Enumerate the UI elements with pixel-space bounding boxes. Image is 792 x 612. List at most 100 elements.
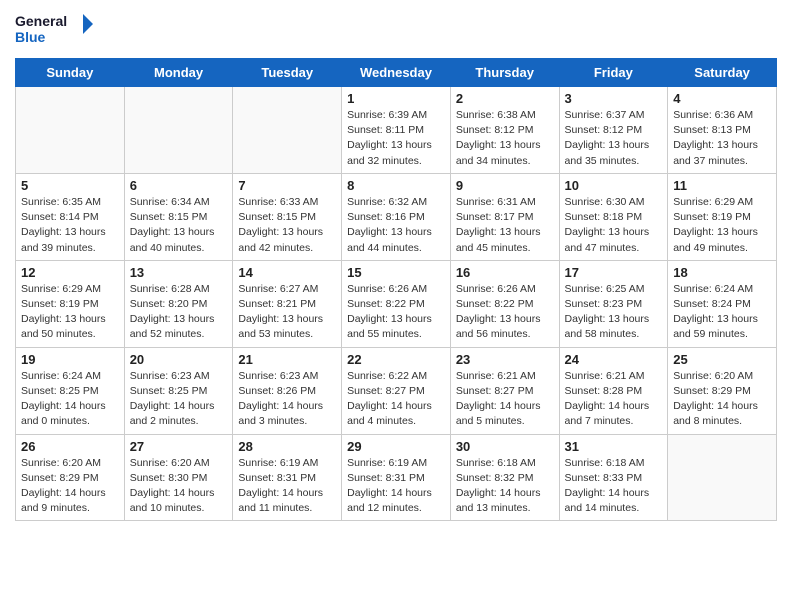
day-number: 26 — [21, 439, 119, 454]
day-info: Sunrise: 6:27 AM Sunset: 8:21 PM Dayligh… — [238, 282, 336, 343]
col-header-monday: Monday — [124, 59, 233, 87]
day-info: Sunrise: 6:26 AM Sunset: 8:22 PM Dayligh… — [456, 282, 554, 343]
calendar-cell: 10 Sunrise: 6:30 AM Sunset: 8:18 PM Dayli… — [559, 173, 668, 260]
day-info: Sunrise: 6:23 AM Sunset: 8:25 PM Dayligh… — [130, 369, 228, 430]
day-number: 8 — [347, 178, 445, 193]
calendar-week-2: 5Sunrise: 6:35 AM Sunset: 8:14 PM Daylig… — [16, 173, 777, 260]
day-number: 12 — [21, 265, 119, 280]
page: General Blue SundayMondayTuesdayWednesda… — [0, 0, 792, 612]
calendar-cell: 5Sunrise: 6:35 AM Sunset: 8:14 PM Daylig… — [16, 173, 125, 260]
calendar-cell: 2 Sunrise: 6:38 AM Sunset: 8:12 PM Daylig… — [450, 87, 559, 174]
day-info: Sunrise: 6:38 AM Sunset: 8:12 PM Dayligh… — [456, 108, 554, 169]
day-info: Sunrise: 6:29 AM Sunset: 8:19 PM Dayligh… — [673, 195, 771, 256]
svg-text:General: General — [15, 13, 67, 29]
logo-svg: General Blue — [15, 10, 95, 50]
calendar-cell: 9 Sunrise: 6:31 AM Sunset: 8:17 PM Daylig… — [450, 173, 559, 260]
day-number: 4 — [673, 91, 771, 106]
calendar-cell: 19Sunrise: 6:24 AM Sunset: 8:25 PM Dayli… — [16, 347, 125, 434]
calendar-cell: 13 Sunrise: 6:28 AM Sunset: 8:20 PM Dayli… — [124, 260, 233, 347]
calendar-cell: 14 Sunrise: 6:27 AM Sunset: 8:21 PM Dayli… — [233, 260, 342, 347]
day-info: Sunrise: 6:19 AM Sunset: 8:31 PM Dayligh… — [347, 456, 445, 517]
day-number: 5 — [21, 178, 119, 193]
day-info: Sunrise: 6:18 AM Sunset: 8:32 PM Dayligh… — [456, 456, 554, 517]
day-info: Sunrise: 6:37 AM Sunset: 8:12 PM Dayligh… — [565, 108, 663, 169]
col-header-tuesday: Tuesday — [233, 59, 342, 87]
calendar-cell — [16, 87, 125, 174]
day-number: 18 — [673, 265, 771, 280]
calendar-cell: 25 Sunrise: 6:20 AM Sunset: 8:29 PM Dayli… — [668, 347, 777, 434]
day-number: 11 — [673, 178, 771, 193]
day-number: 14 — [238, 265, 336, 280]
day-number: 7 — [238, 178, 336, 193]
day-info: Sunrise: 6:23 AM Sunset: 8:26 PM Dayligh… — [238, 369, 336, 430]
calendar-cell: 6Sunrise: 6:34 AM Sunset: 8:15 PM Daylig… — [124, 173, 233, 260]
header: General Blue — [15, 10, 777, 50]
day-number: 19 — [21, 352, 119, 367]
day-number: 30 — [456, 439, 554, 454]
day-number: 28 — [238, 439, 336, 454]
calendar-cell: 29 Sunrise: 6:19 AM Sunset: 8:31 PM Dayli… — [342, 434, 451, 521]
day-number: 27 — [130, 439, 228, 454]
day-number: 24 — [565, 352, 663, 367]
day-info: Sunrise: 6:20 AM Sunset: 8:29 PM Dayligh… — [673, 369, 771, 430]
day-info: Sunrise: 6:21 AM Sunset: 8:27 PM Dayligh… — [456, 369, 554, 430]
col-header-thursday: Thursday — [450, 59, 559, 87]
day-info: Sunrise: 6:31 AM Sunset: 8:17 PM Dayligh… — [456, 195, 554, 256]
day-number: 9 — [456, 178, 554, 193]
day-number: 2 — [456, 91, 554, 106]
calendar-week-1: 1 Sunrise: 6:39 AM Sunset: 8:11 PM Daylig… — [16, 87, 777, 174]
calendar-cell: 21 Sunrise: 6:23 AM Sunset: 8:26 PM Dayli… — [233, 347, 342, 434]
calendar: SundayMondayTuesdayWednesdayThursdayFrid… — [15, 58, 777, 521]
calendar-header-row: SundayMondayTuesdayWednesdayThursdayFrid… — [16, 59, 777, 87]
day-number: 23 — [456, 352, 554, 367]
day-number: 25 — [673, 352, 771, 367]
calendar-cell: 31Sunrise: 6:18 AM Sunset: 8:33 PM Dayli… — [559, 434, 668, 521]
calendar-week-5: 26 Sunrise: 6:20 AM Sunset: 8:29 PM Dayli… — [16, 434, 777, 521]
day-info: Sunrise: 6:20 AM Sunset: 8:30 PM Dayligh… — [130, 456, 228, 517]
col-header-wednesday: Wednesday — [342, 59, 451, 87]
calendar-cell: 15Sunrise: 6:26 AM Sunset: 8:22 PM Dayli… — [342, 260, 451, 347]
day-info: Sunrise: 6:25 AM Sunset: 8:23 PM Dayligh… — [565, 282, 663, 343]
calendar-cell: 30 Sunrise: 6:18 AM Sunset: 8:32 PM Dayli… — [450, 434, 559, 521]
calendar-cell — [233, 87, 342, 174]
day-number: 31 — [565, 439, 663, 454]
calendar-cell: 3Sunrise: 6:37 AM Sunset: 8:12 PM Daylig… — [559, 87, 668, 174]
calendar-cell: 8 Sunrise: 6:32 AM Sunset: 8:16 PM Daylig… — [342, 173, 451, 260]
day-info: Sunrise: 6:29 AM Sunset: 8:19 PM Dayligh… — [21, 282, 119, 343]
calendar-cell: 28 Sunrise: 6:19 AM Sunset: 8:31 PM Dayli… — [233, 434, 342, 521]
calendar-cell: 27 Sunrise: 6:20 AM Sunset: 8:30 PM Dayli… — [124, 434, 233, 521]
day-number: 21 — [238, 352, 336, 367]
calendar-cell: 18Sunrise: 6:24 AM Sunset: 8:24 PM Dayli… — [668, 260, 777, 347]
day-info: Sunrise: 6:19 AM Sunset: 8:31 PM Dayligh… — [238, 456, 336, 517]
col-header-sunday: Sunday — [16, 59, 125, 87]
day-info: Sunrise: 6:22 AM Sunset: 8:27 PM Dayligh… — [347, 369, 445, 430]
svg-text:Blue: Blue — [15, 29, 46, 45]
calendar-cell: 17 Sunrise: 6:25 AM Sunset: 8:23 PM Dayli… — [559, 260, 668, 347]
calendar-cell: 1 Sunrise: 6:39 AM Sunset: 8:11 PM Daylig… — [342, 87, 451, 174]
day-number: 10 — [565, 178, 663, 193]
calendar-week-4: 19Sunrise: 6:24 AM Sunset: 8:25 PM Dayli… — [16, 347, 777, 434]
day-info: Sunrise: 6:33 AM Sunset: 8:15 PM Dayligh… — [238, 195, 336, 256]
day-info: Sunrise: 6:30 AM Sunset: 8:18 PM Dayligh… — [565, 195, 663, 256]
col-header-friday: Friday — [559, 59, 668, 87]
calendar-cell: 22Sunrise: 6:22 AM Sunset: 8:27 PM Dayli… — [342, 347, 451, 434]
day-info: Sunrise: 6:34 AM Sunset: 8:15 PM Dayligh… — [130, 195, 228, 256]
day-number: 29 — [347, 439, 445, 454]
day-info: Sunrise: 6:36 AM Sunset: 8:13 PM Dayligh… — [673, 108, 771, 169]
day-number: 1 — [347, 91, 445, 106]
calendar-cell: 12 Sunrise: 6:29 AM Sunset: 8:19 PM Dayli… — [16, 260, 125, 347]
day-info: Sunrise: 6:28 AM Sunset: 8:20 PM Dayligh… — [130, 282, 228, 343]
calendar-cell — [124, 87, 233, 174]
calendar-week-3: 12 Sunrise: 6:29 AM Sunset: 8:19 PM Dayli… — [16, 260, 777, 347]
day-info: Sunrise: 6:39 AM Sunset: 8:11 PM Dayligh… — [347, 108, 445, 169]
calendar-cell — [668, 434, 777, 521]
calendar-cell: 23 Sunrise: 6:21 AM Sunset: 8:27 PM Dayli… — [450, 347, 559, 434]
calendar-cell: 16Sunrise: 6:26 AM Sunset: 8:22 PM Dayli… — [450, 260, 559, 347]
day-number: 20 — [130, 352, 228, 367]
day-info: Sunrise: 6:32 AM Sunset: 8:16 PM Dayligh… — [347, 195, 445, 256]
day-number: 17 — [565, 265, 663, 280]
calendar-cell: 20 Sunrise: 6:23 AM Sunset: 8:25 PM Dayli… — [124, 347, 233, 434]
calendar-cell: 24Sunrise: 6:21 AM Sunset: 8:28 PM Dayli… — [559, 347, 668, 434]
day-info: Sunrise: 6:20 AM Sunset: 8:29 PM Dayligh… — [21, 456, 119, 517]
day-number: 13 — [130, 265, 228, 280]
